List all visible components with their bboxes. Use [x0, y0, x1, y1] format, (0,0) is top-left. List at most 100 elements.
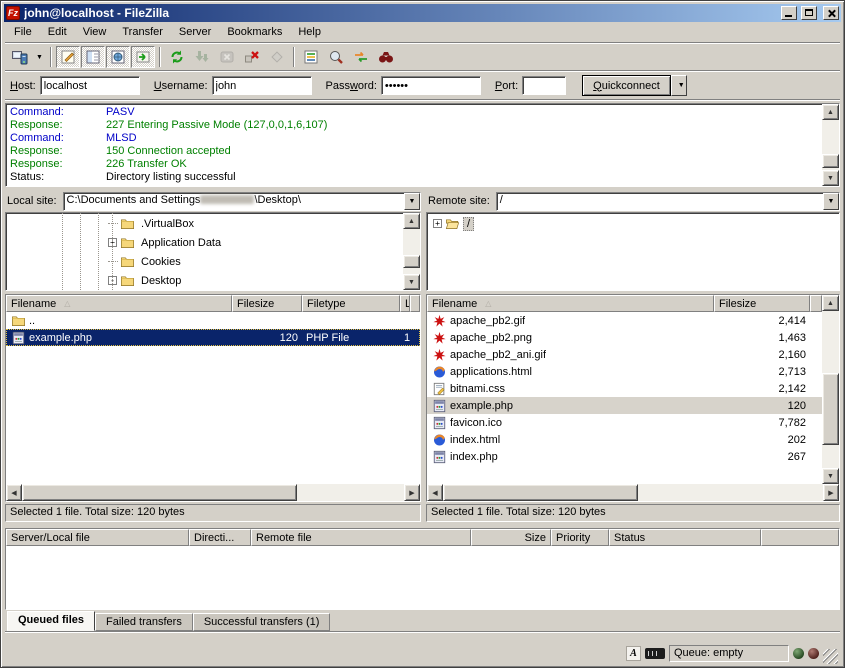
expand-icon[interactable]: +	[433, 219, 442, 228]
queue-column-remote-file[interactable]: Remote file	[251, 529, 471, 546]
site-manager-button[interactable]	[8, 46, 32, 68]
column-header-filename[interactable]: Filename△	[6, 295, 232, 312]
directory-comparison-button[interactable]	[324, 46, 348, 68]
file-list-panels: Filename△FilesizeFiletypeL..example.php1…	[5, 294, 840, 522]
remote-path-combobox[interactable]: / ▼	[496, 192, 840, 211]
port-input[interactable]	[522, 76, 566, 95]
file-row-apache-pb2-png[interactable]: apache_pb2.png1,463	[427, 329, 822, 346]
chevron-down-icon[interactable]: ▼	[823, 193, 839, 210]
file-row-favicon-ico[interactable]: favicon.ico7,782	[427, 414, 822, 431]
scroll-thumb[interactable]	[22, 484, 297, 501]
tab-successful-transfers-1[interactable]: Successful transfers (1)	[193, 613, 331, 631]
quickconnect-dropdown-icon[interactable]: ▼	[671, 75, 687, 96]
queue-column-directi[interactable]: Directi...	[189, 529, 251, 546]
scroll-thumb[interactable]	[443, 484, 638, 501]
scroll-down-icon[interactable]: ▼	[403, 274, 420, 290]
scroll-right-icon[interactable]: ▶	[823, 484, 839, 501]
reconnect-button[interactable]	[265, 46, 289, 68]
process-queue-button[interactable]	[190, 46, 214, 68]
local-tree-scrollbar[interactable]: ▲▼	[403, 213, 420, 290]
menu-edit[interactable]: Edit	[40, 24, 75, 40]
localfiles-hscrollbar[interactable]: ◀▶	[6, 484, 420, 501]
file-row-parent[interactable]: ..	[6, 312, 420, 329]
local-path-value[interactable]: C:\Documents and Settings\Desktop\	[64, 193, 404, 210]
folder-icon	[10, 314, 27, 328]
column-header-filename[interactable]: Filename△	[427, 295, 714, 312]
file-row-example-php[interactable]: example.php120PHP File1	[6, 329, 420, 346]
queue-body[interactable]	[6, 546, 839, 609]
file-row-example-php[interactable]: example.php120	[427, 397, 822, 414]
menu-file[interactable]: File	[6, 24, 40, 40]
file-row-index-html[interactable]: index.html202	[427, 431, 822, 448]
remotefiles-vscrollbar[interactable]: ▲▼	[822, 295, 839, 484]
file-row-bitnami-css[interactable]: bitnami.css2,142	[427, 380, 822, 397]
maximize-button[interactable]	[801, 6, 817, 20]
file-row-apache-pb2-ani-gif[interactable]: apache_pb2_ani.gif2,160	[427, 346, 822, 363]
scroll-thumb[interactable]	[822, 373, 839, 445]
synchronized-browsing-button[interactable]	[349, 46, 373, 68]
queue-column-server-local-file[interactable]: Server/Local file	[6, 529, 189, 546]
toggle-message-log-button[interactable]	[56, 46, 80, 68]
toggle-remote-tree-button[interactable]	[106, 46, 130, 68]
toggle-local-tree-button[interactable]	[81, 46, 105, 68]
tree-item-virtualbox[interactable]: .VirtualBox	[6, 214, 403, 233]
tree-item-desktop[interactable]: -Desktop	[6, 271, 403, 290]
local-path-combobox[interactable]: C:\Documents and Settings\Desktop\ ▼	[63, 192, 421, 211]
quickconnect-button[interactable]: Quickconnect	[582, 75, 671, 96]
tree-item-cookies[interactable]: Cookies	[6, 252, 403, 271]
file-row-apache-pb2-gif[interactable]: apache_pb2.gif2,414	[427, 312, 822, 329]
tree-item-application-data[interactable]: +Application Data	[6, 233, 403, 252]
local-status-text: Selected 1 file. Total size: 120 bytes	[5, 504, 421, 522]
file-row-index-php[interactable]: index.php267	[427, 448, 822, 465]
scroll-thumb[interactable]	[822, 154, 839, 168]
column-header-filesize[interactable]: Filesize	[232, 295, 302, 312]
menu-bookmarks[interactable]: Bookmarks	[219, 24, 290, 40]
queue-column-status[interactable]: Status	[609, 529, 761, 546]
window-title: john@localhost - FileZilla	[24, 6, 777, 20]
site-manager-dropdown-icon[interactable]: ▼	[33, 46, 46, 68]
toggle-transfer-queue-button[interactable]	[131, 46, 155, 68]
file-list[interactable]: apache_pb2.gif2,414apache_pb2.png1,463ap…	[427, 312, 822, 484]
column-header-l[interactable]: L	[400, 295, 410, 312]
host-input[interactable]	[40, 76, 140, 95]
minimize-button[interactable]	[781, 6, 797, 20]
refresh-button[interactable]	[165, 46, 189, 68]
chevron-down-icon[interactable]: ▼	[404, 193, 420, 210]
image-icon	[431, 314, 448, 328]
username-input[interactable]	[212, 76, 312, 95]
close-button[interactable]	[823, 6, 839, 20]
scroll-right-icon[interactable]: ▶	[404, 484, 420, 501]
menu-view[interactable]: View	[75, 24, 115, 40]
menubar: FileEditViewTransferServerBookmarksHelp	[4, 22, 841, 42]
queue-column-size[interactable]: Size	[471, 529, 551, 546]
file-list[interactable]: ..example.php120PHP File1	[6, 312, 420, 484]
titlebar[interactable]: Fz john@localhost - FileZilla	[4, 4, 841, 22]
remote-path-value[interactable]: /	[497, 193, 823, 210]
tree-item-root[interactable]: +/	[427, 214, 839, 233]
scroll-left-icon[interactable]: ◀	[427, 484, 443, 501]
scroll-down-icon[interactable]: ▼	[822, 170, 839, 186]
log-scrollbar[interactable]: ▲▼	[822, 104, 839, 186]
tab-queued-files[interactable]: Queued files	[7, 611, 95, 631]
column-header-filetype[interactable]: Filetype	[302, 295, 400, 312]
scroll-left-icon[interactable]: ◀	[6, 484, 22, 501]
cancel-button[interactable]	[215, 46, 239, 68]
file-row-applications-html[interactable]: applications.html2,713	[427, 363, 822, 380]
scroll-up-icon[interactable]: ▲	[403, 213, 420, 229]
menu-transfer[interactable]: Transfer	[114, 24, 171, 40]
scroll-up-icon[interactable]: ▲	[822, 295, 839, 311]
password-input[interactable]	[381, 76, 481, 95]
find-files-button[interactable]	[374, 46, 398, 68]
disconnect-button[interactable]	[240, 46, 264, 68]
tab-failed-transfers[interactable]: Failed transfers	[95, 613, 193, 631]
scroll-down-icon[interactable]: ▼	[822, 468, 839, 484]
resize-grip[interactable]	[823, 649, 838, 664]
menu-server[interactable]: Server	[171, 24, 219, 40]
scroll-up-icon[interactable]: ▲	[822, 104, 839, 120]
queue-column-priority[interactable]: Priority	[551, 529, 609, 546]
filter-button[interactable]	[299, 46, 323, 68]
scroll-thumb[interactable]	[403, 255, 420, 268]
menu-help[interactable]: Help	[290, 24, 329, 40]
remotefiles-hscrollbar[interactable]: ◀▶	[427, 484, 839, 501]
column-header-filesize[interactable]: Filesize	[714, 295, 810, 312]
